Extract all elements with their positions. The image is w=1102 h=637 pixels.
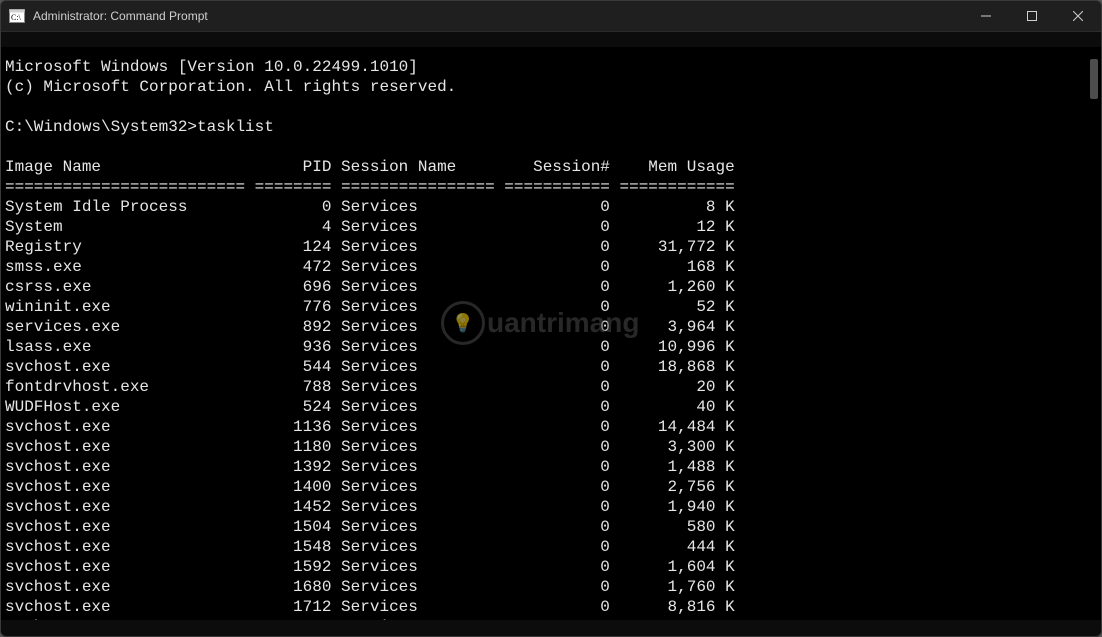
scrollbar-thumb[interactable]: [1090, 59, 1098, 99]
svg-text:C:\: C:\: [11, 13, 22, 22]
close-button[interactable]: [1055, 1, 1101, 31]
cmd-icon: C:\: [9, 8, 25, 24]
command-prompt-window: C:\ Administrator: Command Prompt Micros…: [0, 0, 1102, 637]
maximize-button[interactable]: [1009, 1, 1055, 31]
window-title: Administrator: Command Prompt: [33, 9, 208, 23]
scrollbar-track[interactable]: [1086, 35, 1098, 625]
minimize-button[interactable]: [963, 1, 1009, 31]
terminal-output[interactable]: Microsoft Windows [Version 10.0.22499.10…: [1, 47, 1101, 620]
titlebar[interactable]: C:\ Administrator: Command Prompt: [1, 1, 1101, 32]
